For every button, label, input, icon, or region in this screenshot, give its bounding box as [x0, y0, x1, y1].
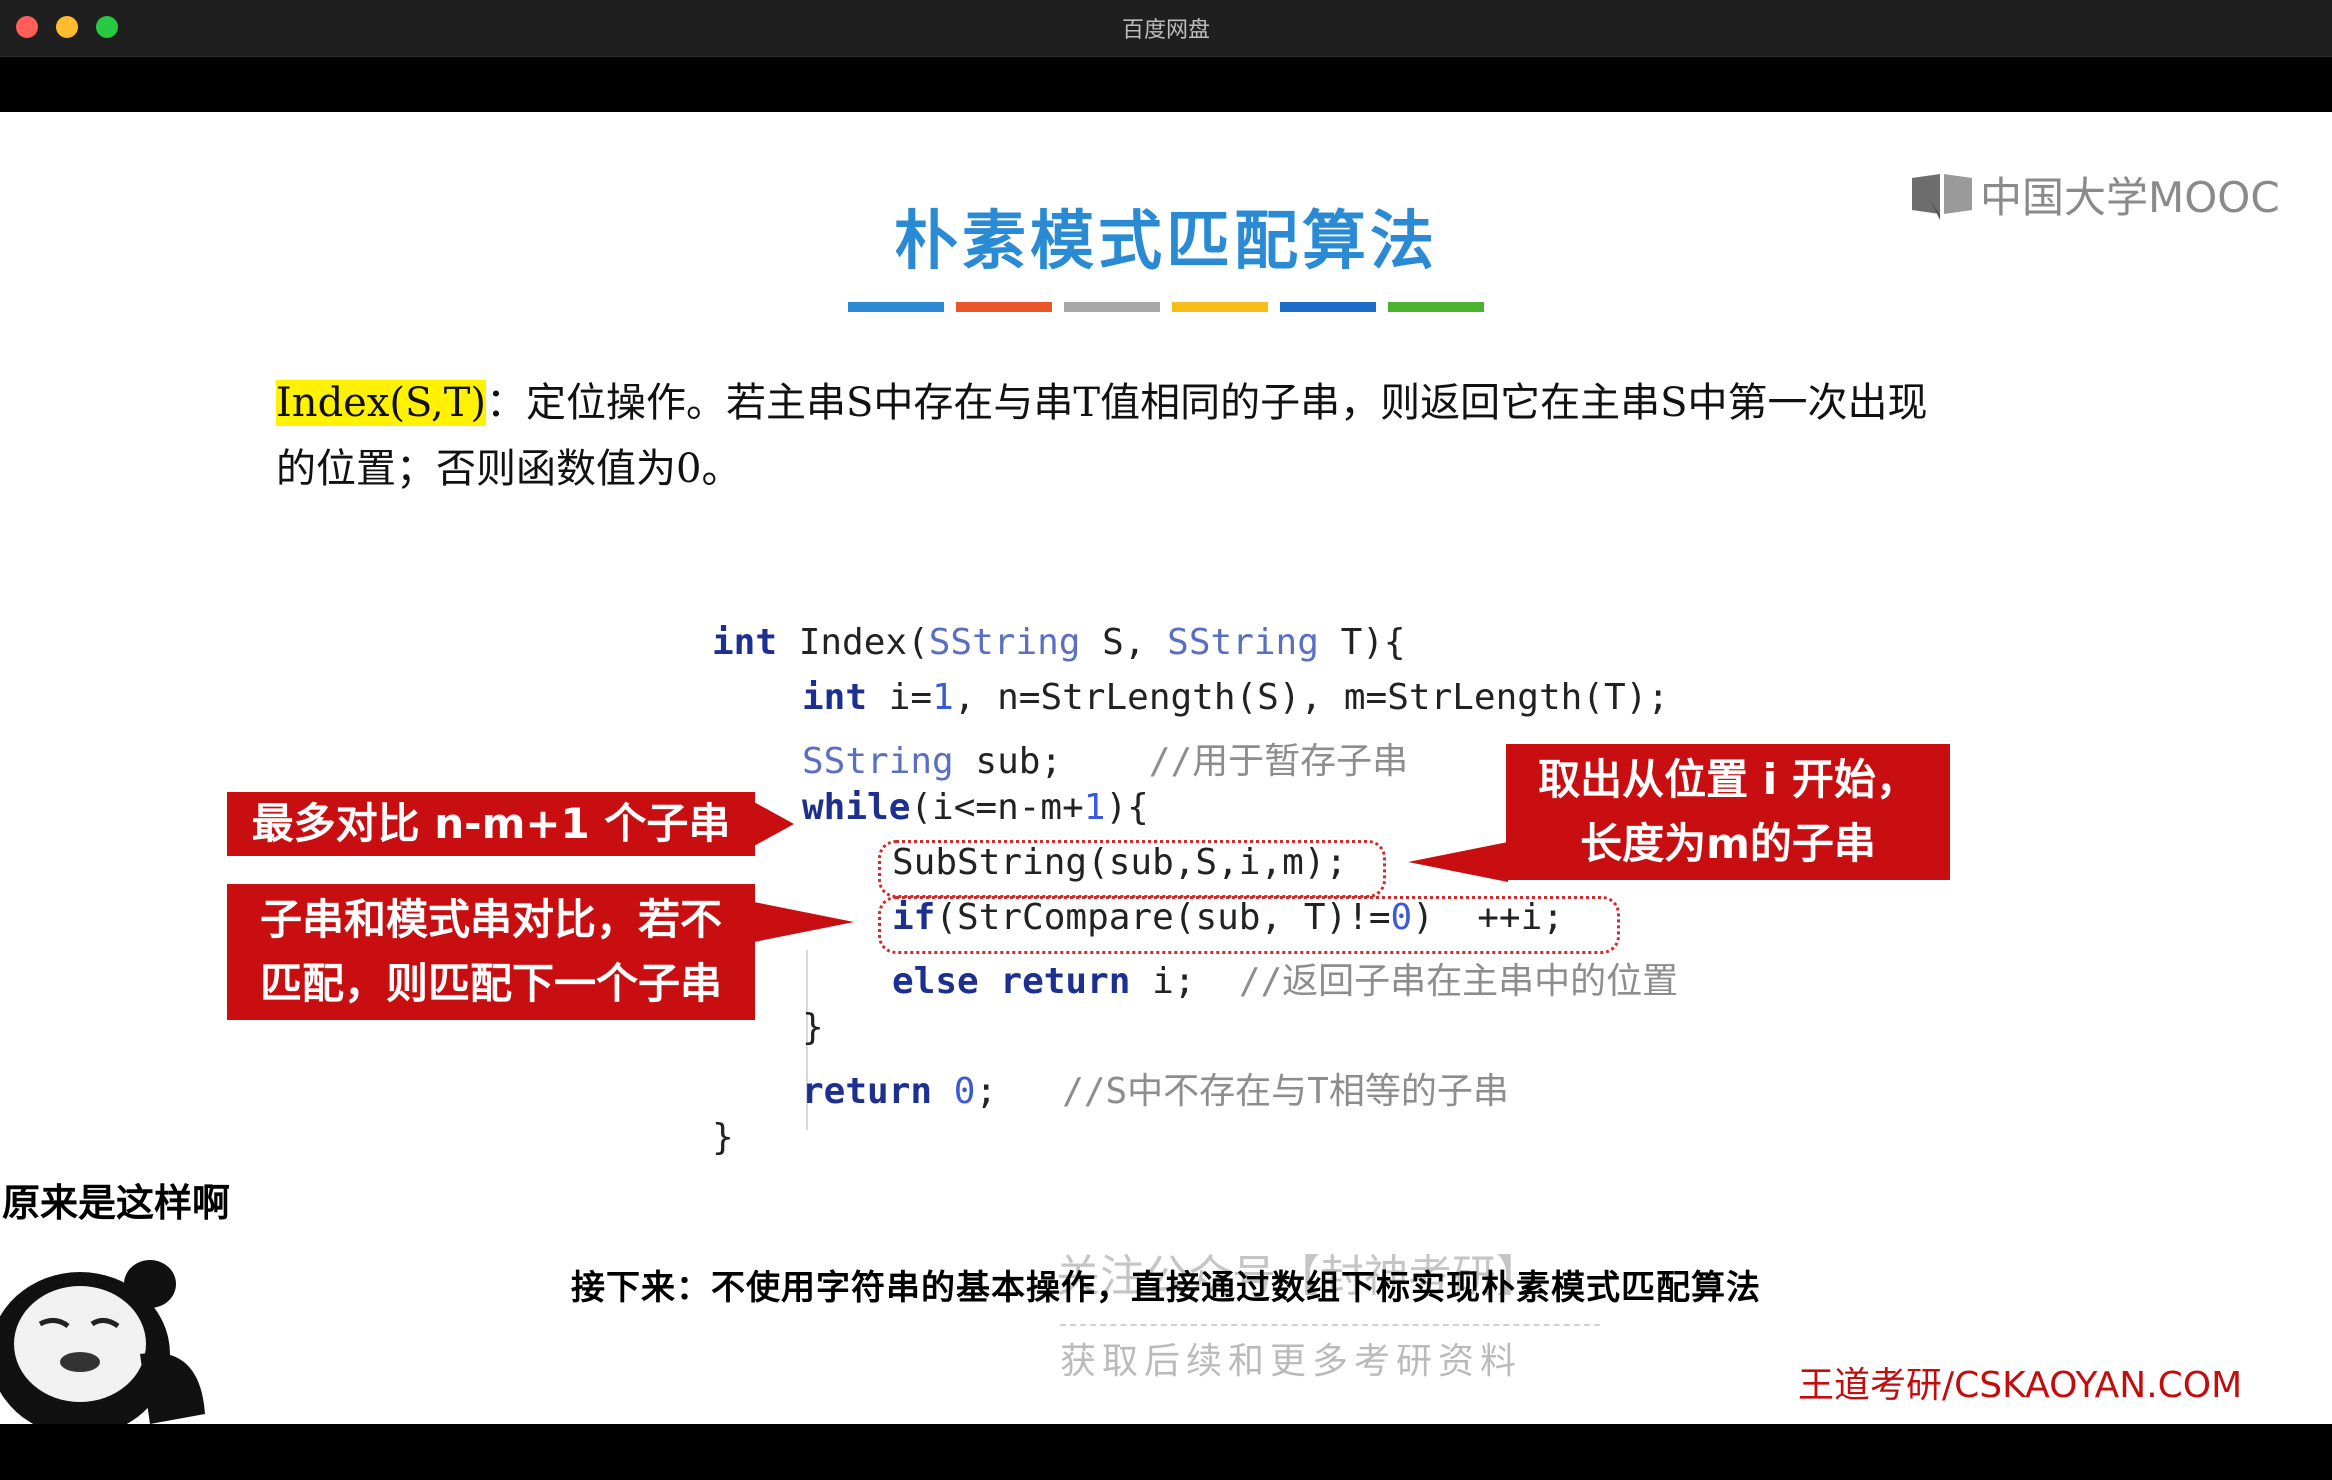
lecture-slide: 朴素模式匹配算法 中国大学MOOC Index(S,T)：定位操作。若主串S中存… — [0, 112, 2332, 1424]
code-line: SubString(sub,S,i,m); — [892, 842, 1348, 883]
code-type: SString — [1167, 622, 1319, 663]
meme-caption: 原来是这样啊 — [2, 1181, 231, 1225]
code-keyword: if — [892, 897, 936, 938]
callout-arrow — [1408, 842, 1508, 882]
description-text: ：定位操作。若主串S中存在与串T值相同的子串，则返回它在主串S中第一次出现 — [485, 380, 1928, 426]
underline-segment — [848, 302, 944, 312]
code-line: else return i; //返回子串在主串中的位置 — [892, 952, 1678, 1004]
code-comment: //返回子串在主串中的位置 — [1238, 961, 1679, 1002]
code-comment: //用于暂存子串 — [1148, 741, 1409, 782]
code-keyword: else — [892, 961, 979, 1002]
code-line: SString sub; //用于暂存子串 — [802, 732, 1408, 784]
compare-callout: 子串和模式串对比，若不 匹配，则匹配下一个子串 — [227, 884, 755, 1020]
code-comment: //S中不存在与T相等的子串 — [1062, 1071, 1509, 1112]
callout-line: 子串和模式串对比，若不 — [259, 895, 722, 944]
code-text: ; — [975, 1071, 1063, 1112]
code-line: } — [712, 1117, 734, 1158]
code-keyword: return — [802, 1071, 933, 1112]
code-text: (i<=n-m+ — [910, 787, 1084, 828]
mooc-logo: 中国大学MOOC — [1910, 164, 2280, 225]
code-text: , n=StrLength(S), m=StrLength(T); — [953, 677, 1669, 718]
video-top-letterbox — [0, 57, 2332, 112]
window-titlebar: 百度网盘 — [0, 0, 2332, 57]
code-line: if(StrCompare(sub, T)!=0) ++i; — [892, 897, 1564, 938]
code-line: return 0; //S中不存在与T相等的子串 — [802, 1062, 1509, 1114]
substring-callout: 取出从位置 i 开始， 长度为m的子串 — [1506, 744, 1950, 880]
underline-segment — [1172, 302, 1268, 312]
code-text: ){ — [1105, 787, 1149, 828]
watermark-divider — [1060, 1324, 1600, 1326]
code-type: SString — [928, 622, 1081, 663]
code-line: int i=1, n=StrLength(S), m=StrLength(T); — [802, 677, 1669, 718]
video-bottom-letterbox — [0, 1424, 2332, 1480]
highlighted-term: Index(S,T) — [276, 380, 486, 426]
code-line: int Index(SString S, SString T){ — [712, 622, 1406, 663]
underline-segment — [956, 302, 1052, 312]
code-line: while(i<=n-m+1){ — [802, 787, 1149, 828]
code-text: i= — [867, 677, 933, 718]
code-line: } — [802, 1007, 824, 1048]
callout-arrow — [754, 902, 854, 942]
video-subtitle: 接下来：不使用字符串的基本操作，直接通过数组下标实现朴素模式匹配算法 — [571, 1268, 1761, 1308]
underline-segment — [1280, 302, 1376, 312]
window-title: 百度网盘 — [1121, 18, 1210, 43]
watermark-text: 获取后续和更多考研资料 — [1060, 1341, 1523, 1382]
loop-count-callout: 最多对比 n-m+1 个子串 — [227, 792, 755, 856]
code-keyword: int — [712, 622, 778, 663]
code-text: ) ++i; — [1412, 897, 1564, 938]
footer-brand: 王道考研/CSKAOYAN.COM — [1798, 1365, 2243, 1406]
callout-line: 取出从位置 i 开始， — [1538, 755, 1918, 804]
code-keyword: int — [802, 677, 868, 718]
callout-line: 匹配，则匹配下一个子串 — [259, 959, 722, 1008]
code-number: 1 — [1083, 787, 1106, 828]
book-icon — [1912, 173, 1972, 220]
code-number: 0 — [953, 1071, 976, 1112]
code-number: 1 — [932, 677, 954, 718]
callout-arrow — [754, 802, 794, 846]
code-text: S, — [1080, 622, 1168, 663]
logo-text: 中国大学MOOC — [1980, 173, 2280, 222]
code-keyword: return — [1000, 961, 1131, 1002]
description-text-continued: 的位置；否则函数值为0。 — [276, 446, 742, 492]
code-text: i; — [1130, 961, 1239, 1002]
underline-segment — [1388, 302, 1484, 312]
code-text: (StrCompare(sub, T)!= — [935, 897, 1391, 938]
callout-line: 长度为m的子串 — [1580, 819, 1876, 868]
code-keyword: while — [802, 787, 911, 828]
underline-segment — [1064, 302, 1160, 312]
code-text: Index( — [777, 622, 929, 663]
code-text: T){ — [1318, 622, 1406, 663]
index-description: Index(S,T)：定位操作。若主串S中存在与串T值相同的子串，则返回它在主串… — [276, 370, 2156, 502]
code-type: SString — [802, 741, 954, 782]
code-number: 0 — [1390, 897, 1413, 938]
code-text: sub; — [953, 741, 1149, 782]
